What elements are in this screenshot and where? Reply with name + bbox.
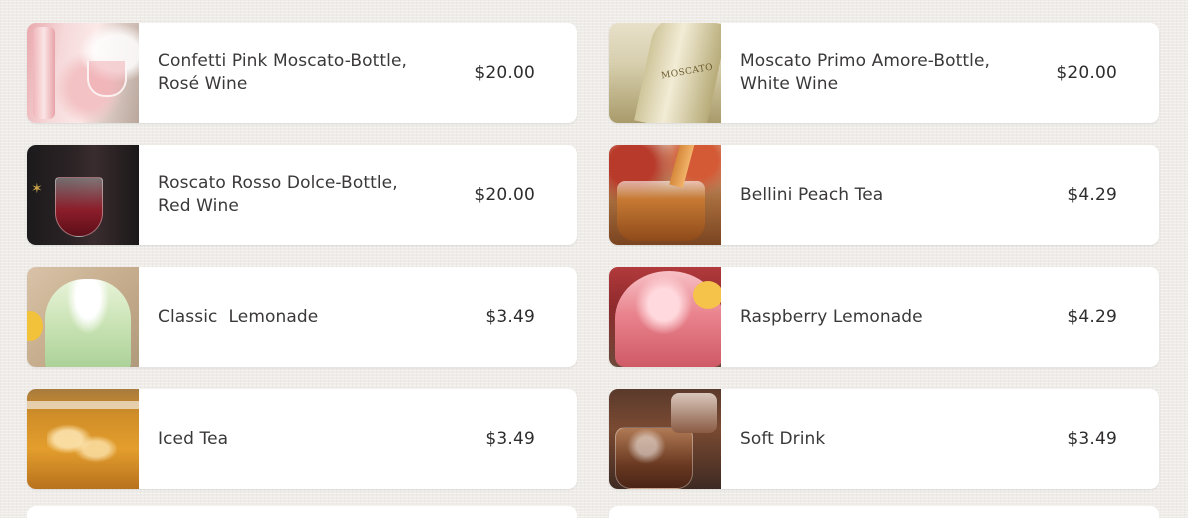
menu-item-card[interactable]: Classic Lemonade $3.49 xyxy=(27,267,577,367)
item-price: $4.29 xyxy=(1067,185,1117,205)
menu-item-card[interactable]: Raspberry Lemonade $4.29 xyxy=(609,267,1159,367)
item-price: $3.49 xyxy=(485,429,535,449)
item-price: $20.00 xyxy=(474,185,535,205)
menu-item-card[interactable]: Iced Tea $3.49 xyxy=(27,389,577,489)
next-card-peek xyxy=(609,506,1159,518)
iced-tea-image xyxy=(27,389,139,489)
item-name: Classic Lemonade xyxy=(158,306,319,327)
menu-grid: Confetti Pink Moscato-Bottle, Rosé Wine … xyxy=(27,23,1159,489)
item-price: $20.00 xyxy=(1056,63,1117,83)
item-name: Moscato Primo Amore-Bottle, White Wine xyxy=(740,51,991,94)
peach-tea-image xyxy=(609,145,721,245)
moscato-primo-image xyxy=(609,23,721,123)
item-price: $4.29 xyxy=(1067,307,1117,327)
soft-drink-image xyxy=(609,389,721,489)
menu-item-card[interactable]: Moscato Primo Amore-Bottle, White Wine $… xyxy=(609,23,1159,123)
roscato-rosso-image xyxy=(27,145,139,245)
menu-item-card[interactable]: Bellini Peach Tea $4.29 xyxy=(609,145,1159,245)
classic-lemonade-image xyxy=(27,267,139,367)
item-price: $3.49 xyxy=(1067,429,1117,449)
item-price: $3.49 xyxy=(485,307,535,327)
item-name: Iced Tea xyxy=(158,428,229,449)
pink-moscato-image xyxy=(27,23,139,123)
item-name: Bellini Peach Tea xyxy=(740,184,884,205)
menu-item-card[interactable]: Soft Drink $3.49 xyxy=(609,389,1159,489)
menu-item-card[interactable]: Confetti Pink Moscato-Bottle, Rosé Wine … xyxy=(27,23,577,123)
item-name: Confetti Pink Moscato-Bottle, Rosé Wine xyxy=(158,51,408,94)
menu-item-card[interactable]: Roscato Rosso Dolce-Bottle, Red Wine $20… xyxy=(27,145,577,245)
raspberry-lemonade-image xyxy=(609,267,721,367)
item-price: $20.00 xyxy=(474,63,535,83)
item-name: Roscato Rosso Dolce-Bottle, Red Wine xyxy=(158,173,398,216)
item-name: Raspberry Lemonade xyxy=(740,306,923,327)
item-name: Soft Drink xyxy=(740,428,826,449)
next-card-peek xyxy=(27,506,577,518)
